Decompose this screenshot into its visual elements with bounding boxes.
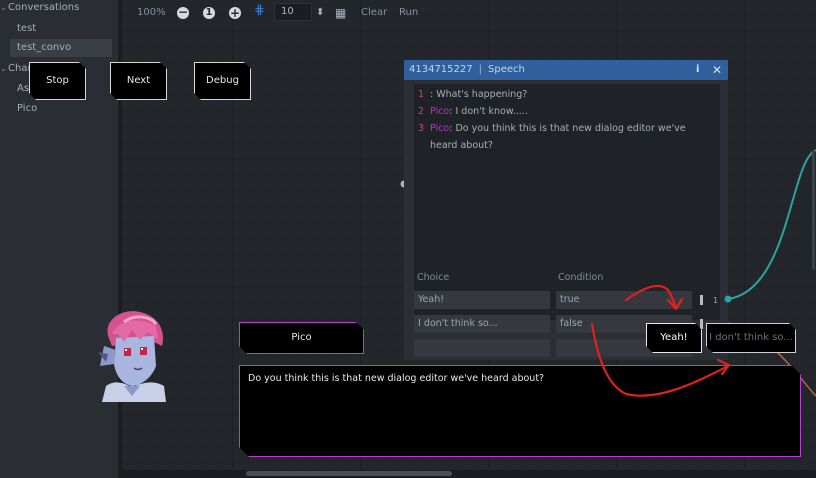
minimap-icon[interactable]: ▦ [335, 6, 346, 20]
condition-column-header: Condition [558, 272, 604, 283]
speech-line[interactable]: 1 : What's happening? [418, 86, 714, 103]
conversation-item-test-convo[interactable]: test_convo [17, 42, 71, 53]
snap-grid-icon[interactable]: ⋕ [254, 4, 265, 18]
snap-distance-input[interactable]: 10 [274, 3, 312, 21]
choice-button-disabled[interactable]: I don't think so... [706, 323, 796, 353]
conversation-item-test[interactable]: test [17, 23, 36, 34]
output-port-label: 1 [713, 296, 719, 305]
character-portrait [98, 311, 166, 402]
choice-input-1[interactable]: Yeah! [414, 291, 550, 309]
dialog-text-box: Do you think this is that new dialog edi… [239, 365, 801, 457]
node-id: 4134715227 [409, 64, 473, 75]
speech-line[interactable]: 2 Pico: I don't know..... [418, 103, 714, 120]
line-number: 2 [418, 106, 425, 117]
line-number: 1 [418, 89, 425, 100]
chevron-down-icon[interactable]: ⌄ [0, 64, 8, 73]
line-speaker: Pico [430, 106, 450, 117]
line-number: 3 [418, 123, 425, 134]
character-item-pico[interactable]: Pico [17, 103, 37, 114]
characters-header[interactable]: ⌄Char [0, 63, 32, 74]
node-type: Speech [488, 64, 525, 75]
spinbox-arrows-icon[interactable]: ⬍ [316, 6, 324, 20]
node-header[interactable]: 4134715227 | Speech i ✕ [404, 60, 728, 80]
condition-input-1[interactable]: true [556, 291, 692, 309]
zoom-reset-button[interactable]: 1 [203, 7, 215, 19]
choice-column-header: Choice [417, 272, 450, 283]
speech-line[interactable]: 3 Pico: Do you think this is that new dia… [418, 120, 714, 154]
speaker-name-box: Pico [239, 322, 364, 354]
zoom-level: 100% [137, 7, 166, 18]
line-text: : What's happening? [430, 89, 528, 100]
choice-button-yeah[interactable]: Yeah! [646, 323, 702, 353]
next-button[interactable]: Next [110, 62, 167, 100]
line-speaker: Pico [430, 123, 450, 134]
drag-handle-icon[interactable] [700, 295, 703, 305]
debug-button[interactable]: Debug [194, 62, 251, 100]
choice-input-2[interactable]: I don't think so... [414, 315, 550, 333]
zoom-in-icon[interactable]: + [229, 7, 241, 19]
conversations-header[interactable]: ⌄Conversations [0, 2, 79, 13]
zoom-out-icon[interactable]: − [177, 6, 189, 19]
bottom-bar [122, 470, 816, 478]
speech-node[interactable]: 4134715227 | Speech i ✕ 1 : What's happenin… [404, 60, 728, 360]
run-button[interactable]: Run [399, 6, 418, 20]
character-item-as[interactable]: As [17, 83, 29, 94]
line-text: : I don't know..... [449, 106, 528, 117]
chevron-down-icon[interactable]: ⌄ [0, 3, 8, 12]
vertical-scrollbar[interactable] [812, 150, 815, 270]
horizontal-scrollbar[interactable] [246, 471, 452, 476]
speech-lines[interactable]: 1: What's happening? 2 Pico: I don't know… [414, 84, 720, 320]
info-icon[interactable]: i [696, 60, 699, 80]
close-icon[interactable]: ✕ [712, 60, 722, 80]
drag-handle-icon[interactable] [700, 319, 703, 329]
clear-button[interactable]: Clear [361, 6, 387, 20]
line-text: : Do you think this is that new dialog e… [430, 123, 686, 151]
choice-input-3[interactable] [414, 339, 550, 357]
stop-button[interactable]: Stop [29, 62, 86, 100]
